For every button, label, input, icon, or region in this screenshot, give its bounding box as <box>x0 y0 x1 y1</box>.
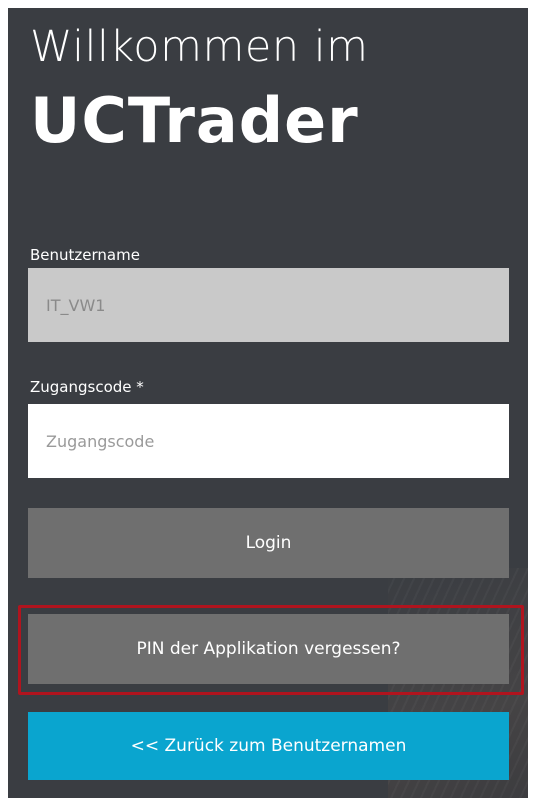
back-button-label: << Zurück zum Benutzernamen <box>130 736 407 756</box>
forgot-pin-button-label: PIN der Applikation vergessen? <box>136 639 401 659</box>
login-panel: Willkommen im UCTrader Benutzername Zuga… <box>8 8 528 798</box>
username-field[interactable] <box>28 268 509 342</box>
forgot-pin-button[interactable]: PIN der Applikation vergessen? <box>28 614 509 684</box>
login-button-label: Login <box>245 533 292 553</box>
login-button[interactable]: Login <box>28 508 509 578</box>
access-code-label: Zugangscode * <box>30 378 144 396</box>
brand-title: UCTrader <box>30 84 359 157</box>
access-code-field[interactable] <box>28 404 509 478</box>
welcome-heading: Willkommen im <box>30 22 369 72</box>
back-to-username-button[interactable]: << Zurück zum Benutzernamen <box>28 712 509 780</box>
username-label: Benutzername <box>30 246 140 264</box>
